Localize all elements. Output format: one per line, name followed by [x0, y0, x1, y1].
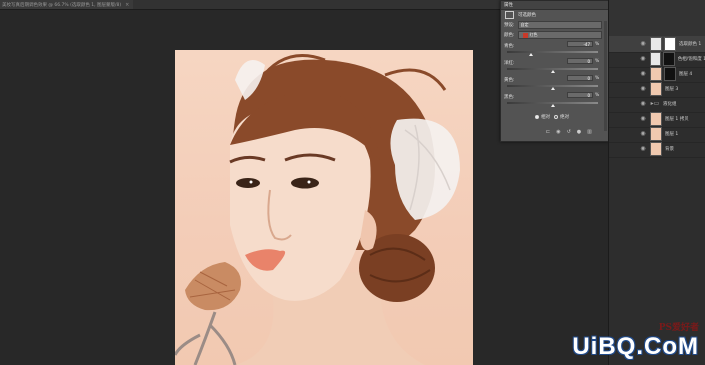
reset-icon[interactable]: ↺: [567, 129, 571, 135]
visibility-icon[interactable]: ●: [577, 129, 581, 135]
document-tab-bar: 美妆写真后期调色效果 @ 66.7% (选取颜色 1, 图层蒙版/8) ×: [0, 0, 500, 10]
eye-icon[interactable]: ◉: [639, 70, 647, 78]
folder-icon: ▸▭: [650, 100, 660, 107]
slider-row: 黄色: 0%: [501, 74, 608, 91]
radio-relative-label: 相对: [541, 115, 550, 120]
preset-label: 预设:: [504, 23, 515, 28]
layer-name: 背景: [665, 147, 674, 152]
layer-thumbnail: [650, 67, 662, 81]
selective-color-icon: [505, 11, 514, 19]
properties-panel-title: 属性: [501, 1, 608, 10]
watermark-bottom: UiBQ.CoM: [572, 333, 699, 360]
trash-icon[interactable]: ▥: [587, 129, 592, 135]
slider-label: 黄色:: [504, 78, 515, 83]
radio-relative[interactable]: [535, 115, 539, 119]
properties-panel: 属性 可选颜色 预设: 自定 颜色: 红色 青色: -47% 洋红: 0% 黄色: 0% 黑…: [500, 0, 609, 142]
colors-label: 颜色:: [504, 33, 515, 38]
portrait-photo[interactable]: [175, 50, 473, 365]
clip-to-layer-icon[interactable]: ⊏: [546, 129, 550, 135]
layer-name: 图层 4: [679, 72, 693, 77]
layer-name: 选取颜色 1: [679, 42, 702, 47]
slider-label: 青色:: [504, 44, 515, 49]
layer-mask-thumbnail[interactable]: [664, 37, 676, 51]
eye-icon[interactable]: ◉: [639, 145, 647, 153]
eye-icon[interactable]: ◉: [639, 130, 647, 138]
eye-icon[interactable]: ◉: [639, 100, 647, 108]
method-radio-group: 相对 绝对: [531, 114, 569, 120]
slider-handle[interactable]: [550, 104, 555, 107]
watermark-top: PS爱好者: [658, 323, 699, 333]
layer-row[interactable]: ◉ 背景: [609, 141, 705, 158]
layer-mask-thumbnail[interactable]: [664, 67, 676, 81]
adjustment-layer-icon: [650, 37, 662, 51]
layer-thumbnail: [650, 82, 662, 96]
radio-absolute[interactable]: [554, 115, 558, 119]
red-swatch-icon: [522, 32, 528, 38]
close-icon[interactable]: ×: [125, 2, 129, 8]
slider-value-input[interactable]: -47: [567, 41, 593, 47]
preset-row: 预设: 自定: [501, 20, 608, 30]
adjustment-name: 可选颜色: [518, 13, 536, 18]
slider-track[interactable]: [507, 51, 598, 53]
adjustment-layer-icon: [649, 52, 662, 66]
slider-row: 青色: -47%: [501, 40, 608, 57]
slider-label: 黑色:: [504, 95, 515, 100]
layer-name: 色相/饱和度 1: [677, 57, 705, 62]
portrait-illustration: [175, 54, 460, 365]
layer-thumbnail: [650, 127, 662, 141]
adjustment-header: 可选颜色: [501, 10, 608, 20]
eye-icon[interactable]: ◉: [639, 40, 647, 48]
slider-unit: %: [595, 76, 600, 81]
layer-name: 图层 1 拷贝: [665, 117, 689, 122]
layers-dock: ◉ 选取颜色 1 ◉ 色相/饱和度 1 ◉ 图层 4 ◉ 图层 3 ◉ ▸▭ 液化组 ◉ 图层 1 拷贝…: [608, 0, 705, 365]
slider-value-input[interactable]: 0: [567, 92, 593, 98]
colors-value: 红色: [529, 32, 538, 37]
slider-row: 洋红: 0%: [501, 57, 608, 74]
layer-name: 图层 1: [665, 132, 679, 137]
layer-name: 图层 3: [665, 87, 679, 92]
slider-row: 黑色: 0%: [501, 91, 608, 108]
slider-handle[interactable]: [550, 87, 555, 90]
view-previous-icon[interactable]: ◉: [556, 129, 560, 135]
slider-handle[interactable]: [550, 70, 555, 73]
document-tab[interactable]: 美妆写真后期调色效果 @ 66.7% (选取颜色 1, 图层蒙版/8) ×: [0, 0, 134, 9]
document-tab-label: 美妆写真后期调色效果 @ 66.7% (选取颜色 1, 图层蒙版/8): [2, 2, 122, 8]
layer-thumbnail: [650, 142, 662, 156]
slider-unit: %: [595, 59, 600, 64]
slider-label: 洋红:: [504, 61, 515, 66]
colors-dropdown[interactable]: 红色: [517, 31, 602, 39]
slider-handle[interactable]: [529, 53, 534, 56]
layer-thumbnail: [650, 112, 662, 126]
properties-footer: ⊏ ◉ ↺ ● ▥: [546, 129, 592, 135]
radio-absolute-label: 绝对: [560, 115, 569, 120]
slider-unit: %: [595, 42, 600, 47]
layer-mask-thumbnail[interactable]: [663, 52, 675, 66]
slider-list: 青色: -47% 洋红: 0% 黄色: 0% 黑色: 0%: [501, 40, 608, 108]
preset-dropdown[interactable]: 自定: [517, 21, 602, 29]
eye-icon[interactable]: ◉: [639, 115, 647, 123]
eye-icon[interactable]: ◉: [639, 55, 647, 63]
colors-row: 颜色: 红色: [501, 30, 608, 40]
properties-scrollbar[interactable]: [604, 21, 607, 131]
layers-toolbar: [609, 0, 705, 37]
slider-value-input[interactable]: 0: [567, 58, 593, 64]
site-watermark: PS爱好者 UiBQ.CoM: [572, 320, 699, 361]
slider-unit: %: [595, 93, 600, 98]
slider-value-input[interactable]: 0: [567, 75, 593, 81]
eye-icon[interactable]: ◉: [639, 85, 647, 93]
layer-name: 液化组: [663, 102, 677, 107]
